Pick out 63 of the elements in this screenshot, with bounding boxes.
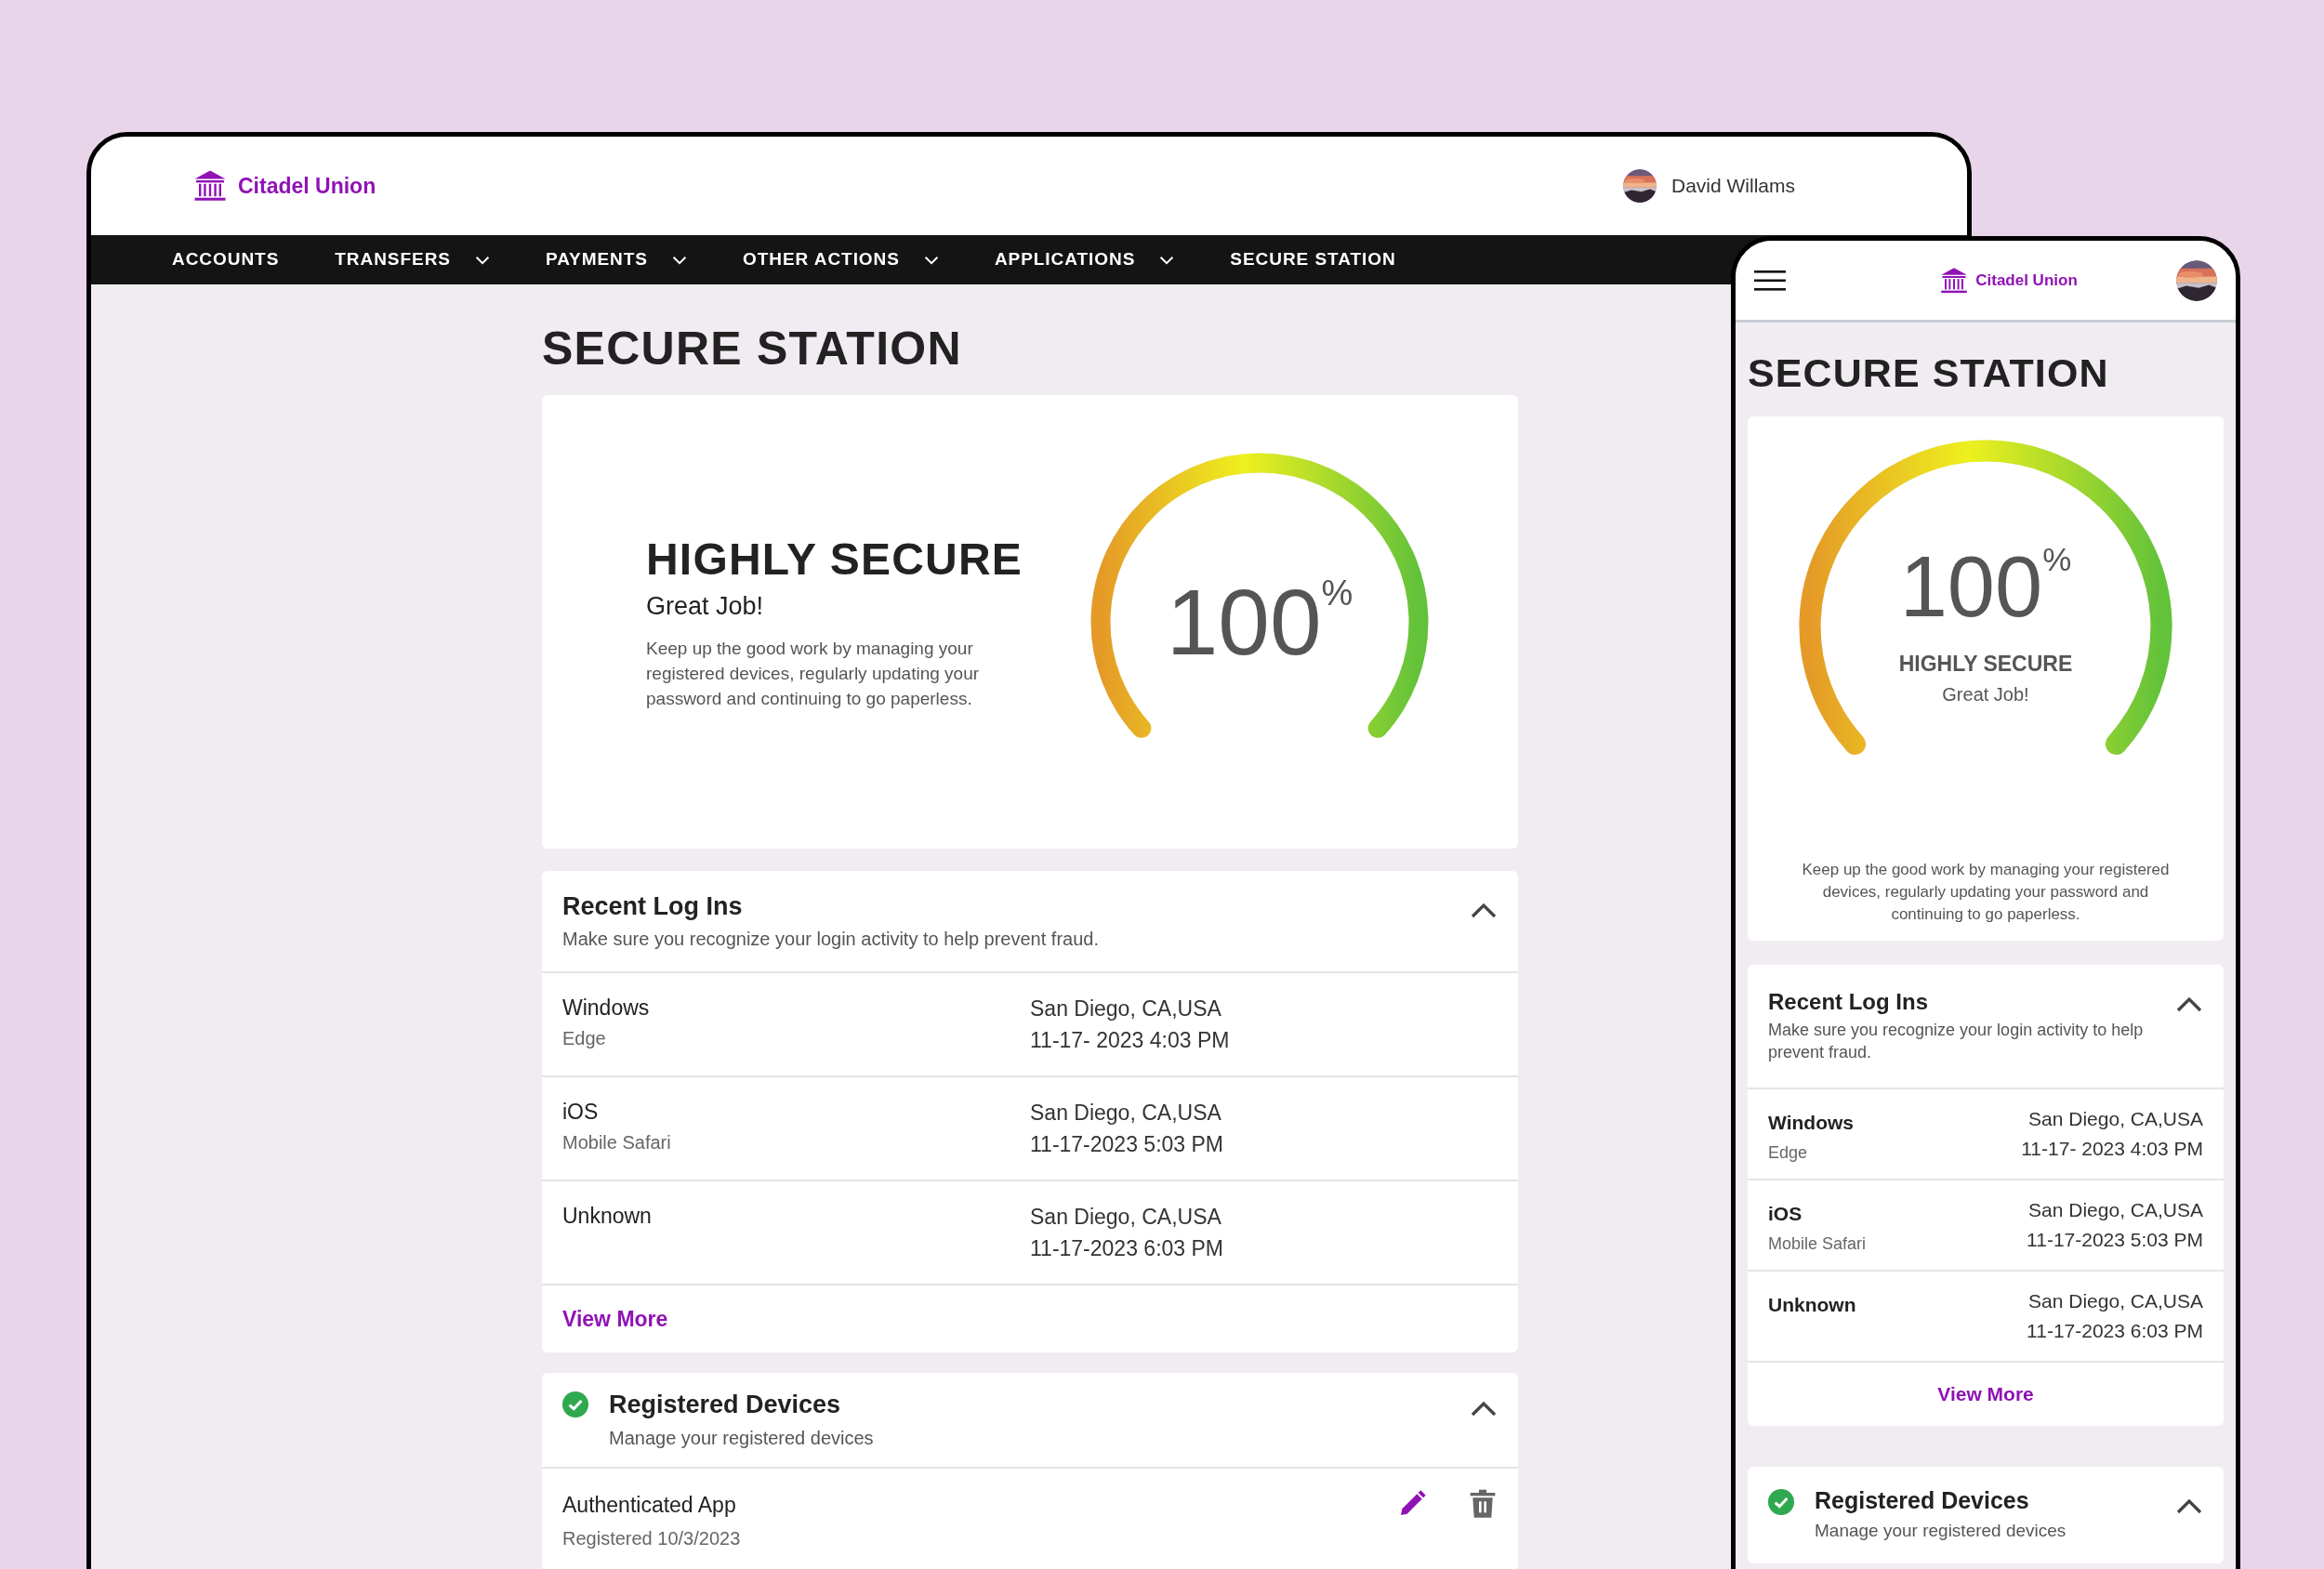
score-subheading: Great Job! [1942,682,2029,706]
menu-icon[interactable] [1754,270,1786,291]
login-location: San Diego, CA,USA [2028,1107,2203,1131]
login-location: San Diego, CA,USA [1030,995,1222,1022]
page-title: SECURE STATION [542,322,963,376]
login-time: 11-17-2023 5:03 PM [2027,1227,2203,1252]
brand-name[interactable]: Citadel Union [1975,268,2078,293]
trash-icon[interactable] [1470,1488,1496,1519]
view-more-link[interactable]: View More [562,1302,668,1336]
score-heading: HIGHLY SECURE [646,533,1023,586]
section-title: Registered Devices [1815,1485,2030,1515]
login-os: Unknown [562,1203,653,1230]
section-title: Recent Log Ins [1768,987,1930,1016]
score-heading: HIGHLY SECURE [1898,651,2073,679]
login-location: San Diego, CA,USA [1030,1099,1222,1127]
section-subtitle: Manage your registered devices [609,1426,874,1450]
section-subtitle: Make sure you recognize your login activity to help prevent fraud. [1768,1019,2145,1063]
device-date: Registered 10/3/2023 [562,1527,741,1550]
login-os: Windows [562,995,651,1022]
login-os: iOS [562,1099,600,1126]
login-browser: Edge [562,1026,607,1050]
login-browser: Mobile Safari [562,1130,672,1154]
section-title: Registered Devices [609,1390,842,1420]
section-title: Recent Log Ins [562,890,744,922]
score-subheading: Great Job! [646,590,765,622]
nav-item[interactable]: APPLICATIONS [994,246,1175,273]
nav-item[interactable]: SECURE STATION [1230,246,1396,273]
bank-icon [193,169,227,203]
bank-icon [1940,266,1969,295]
login-time: 11-17-2023 6:03 PM [1030,1235,1224,1262]
login-time: 11-17-2023 6:03 PM [2027,1318,2203,1343]
score-description: Keep up the good work by managing your registered devices, regularly updating your password and continuing to go paperless. [646,638,981,711]
login-os: Unknown [1768,1292,1856,1317]
score-value: 100 [1899,544,2043,630]
login-time: 11-17- 2023 4:03 PM [1030,1027,1231,1054]
score-value: 100 [1166,574,1322,668]
device-name: Authenticated App [562,1491,737,1519]
score-unit: % [2042,544,2072,577]
login-browser: Edge [1768,1142,1809,1164]
section-subtitle: Make sure you recognize your login activity to help prevent fraud. [562,928,1099,951]
login-location: San Diego, CA,USA [2028,1198,2203,1222]
nav-item[interactable]: ACCOUNTS [172,246,280,273]
chevron-up-icon[interactable] [1470,902,1498,919]
login-os: Windows [1768,1110,1854,1135]
chevron-up-icon[interactable] [2175,1497,2203,1515]
score-description: Keep up the good work by managing your registered devices, regularly updating your password and continuing to go paperless. [1801,859,2171,925]
chevron-up-icon[interactable] [2175,995,2203,1013]
user-name[interactable]: David Willams [1671,171,1795,201]
login-location: San Diego, CA,USA [1030,1203,1222,1231]
section-subtitle: Manage your registered devices [1815,1520,2067,1542]
view-more-link[interactable]: View More [1937,1378,2034,1409]
login-location: San Diego, CA,USA [2028,1289,2203,1313]
nav-item[interactable]: PAYMENTS [545,246,687,273]
nav-item[interactable]: OTHER ACTIONS [742,246,939,273]
login-browser: Mobile Safari [1768,1233,1867,1255]
login-time: 11-17- 2023 4:03 PM [2021,1136,2203,1161]
chevron-up-icon[interactable] [1470,1401,1498,1417]
page-title: SECURE STATION [1748,349,2110,397]
nav-item[interactable]: TRANSFERS [335,246,490,273]
login-os: iOS [1768,1201,1803,1226]
login-time: 11-17-2023 5:03 PM [1030,1131,1224,1158]
score-unit: % [1321,574,1353,611]
brand-name[interactable]: Citadel Union [238,169,376,203]
